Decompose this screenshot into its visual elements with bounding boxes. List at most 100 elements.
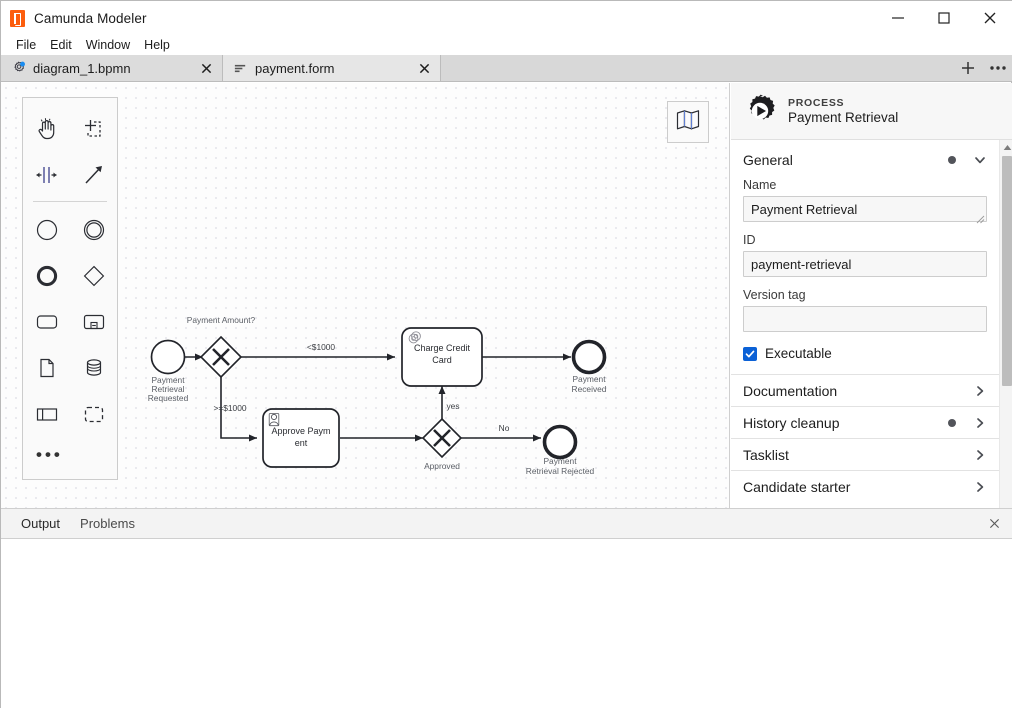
tab-bar: diagram_1.bpmn payment.form — [1, 55, 1012, 82]
executable-checkbox[interactable] — [743, 346, 757, 361]
tab-label: diagram_1.bpmn — [33, 60, 131, 76]
section-tasklist[interactable]: Tasklist — [731, 438, 999, 470]
process-gear-icon — [743, 94, 777, 128]
tab-bar-actions — [953, 55, 1012, 81]
properties-scrollbar[interactable] — [999, 140, 1012, 508]
menu-help[interactable]: Help — [137, 36, 177, 54]
section-history-cleanup[interactable]: History cleanup — [731, 406, 999, 438]
form-icon — [233, 61, 248, 76]
chevron-right-icon[interactable] — [973, 384, 987, 398]
end2-label-line1: Payment — [543, 456, 577, 466]
palette-global-connect-tool[interactable] — [70, 152, 117, 198]
palette-create-subprocess[interactable] — [70, 299, 117, 345]
close-button[interactable] — [967, 1, 1012, 35]
name-input[interactable] — [743, 196, 987, 222]
field-label-id: ID — [743, 233, 756, 247]
field-name: Name — [731, 178, 999, 233]
tab-close-button[interactable] — [198, 60, 214, 76]
flow-label-no: No — [499, 423, 510, 433]
palette-create-gateway[interactable] — [70, 253, 117, 299]
bottom-tab-output[interactable]: Output — [11, 509, 70, 539]
start-event-label-line3: Requested — [148, 393, 189, 403]
palette-space-tool[interactable] — [23, 152, 70, 198]
window-title: Camunda Modeler — [34, 10, 147, 26]
bpmn-diagram-icon — [11, 61, 26, 76]
tab-overflow-menu-button[interactable] — [983, 55, 1012, 81]
properties-panel-body[interactable]: General Name ID Vers — [731, 140, 1012, 508]
sequence-flows — [185, 353, 571, 442]
charge-task-label-line2: Card — [432, 355, 452, 365]
palette-create-group[interactable] — [70, 391, 117, 437]
field-version-tag: Version tag — [731, 288, 999, 343]
end-event-payment-received[interactable] — [571, 339, 607, 375]
palette-create-intermediate-event[interactable] — [70, 207, 117, 253]
section-candidate-starter[interactable]: Candidate starter — [731, 470, 999, 502]
menu-file[interactable]: File — [9, 36, 43, 54]
chevron-right-icon[interactable] — [973, 480, 987, 494]
end-event-payment-retrieval-rejected[interactable] — [542, 424, 578, 460]
palette-row-tools-2 — [23, 152, 117, 198]
version-tag-input[interactable] — [743, 306, 987, 332]
properties-panel: PROCESS Payment Retrieval General Name P… — [731, 83, 1012, 508]
tab-diagram-1-bpmn[interactable]: diagram_1.bpmn — [1, 55, 223, 81]
service-task-charge-credit-card[interactable]: Charge Credit Card — [401, 327, 483, 387]
palette-more-icon[interactable]: ••• — [23, 437, 117, 473]
chevron-right-icon[interactable] — [973, 416, 987, 430]
palette-create-start-event[interactable] — [23, 207, 70, 253]
end1-label-line1: Payment — [572, 374, 606, 384]
palette-lasso-tool[interactable] — [70, 106, 117, 152]
properties-element-type: PROCESS — [788, 97, 845, 109]
exclusive-gateway-approved[interactable] — [421, 417, 463, 459]
minimize-button[interactable] — [875, 1, 921, 35]
tab-label: payment.form — [255, 60, 335, 76]
section-documentation[interactable]: Documentation — [731, 374, 999, 406]
properties-element-name: Payment Retrieval — [788, 110, 899, 125]
tab-close-button[interactable] — [416, 60, 432, 76]
field-label-version-tag: Version tag — [743, 288, 806, 302]
group-header-general[interactable]: General — [731, 140, 999, 178]
gateway1-label: Payment Amount? — [187, 315, 256, 325]
chevron-down-icon[interactable] — [973, 153, 987, 167]
palette-row-data — [23, 345, 117, 391]
properties-panel-header: PROCESS Payment Retrieval — [731, 83, 1012, 140]
section-title: Documentation — [743, 382, 838, 399]
group-status-dot — [948, 156, 956, 164]
scrollbar-thumb[interactable] — [1002, 156, 1012, 386]
user-task-approve-payment[interactable]: Approve Paym ent — [262, 408, 340, 468]
camunda-modeler-window: Camunda Modeler File Edit Window Help di… — [0, 0, 1012, 708]
palette-create-data-object[interactable] — [23, 345, 70, 391]
palette-create-task[interactable] — [23, 299, 70, 345]
palette-separator — [33, 201, 107, 202]
menu-window[interactable]: Window — [79, 36, 137, 54]
palette-create-end-event[interactable] — [23, 253, 70, 299]
bottom-panel-tabs: Output Problems — [1, 509, 1012, 539]
caret-up-icon[interactable] — [1000, 140, 1012, 154]
palette-create-data-store[interactable] — [70, 345, 117, 391]
menu-edit[interactable]: Edit — [43, 36, 79, 54]
end1-label-line2: Received — [572, 384, 607, 394]
group-title: General — [743, 152, 793, 168]
exclusive-gateway-payment-amount[interactable] — [199, 335, 243, 379]
start-event-payment-retrieval-requested[interactable] — [150, 339, 186, 375]
toggle-minimap-button[interactable] — [667, 101, 709, 143]
palette-row-tasks — [23, 299, 117, 345]
map-icon — [676, 109, 700, 136]
tab-payment-form[interactable]: payment.form — [223, 55, 441, 81]
name-input-wrapper — [743, 196, 987, 224]
chevron-right-icon[interactable] — [973, 448, 987, 462]
palette-create-participant[interactable] — [23, 391, 70, 437]
section-title: Candidate starter — [743, 478, 851, 495]
new-tab-button[interactable] — [953, 55, 983, 81]
palette-hand-tool[interactable] — [23, 106, 70, 152]
id-input[interactable] — [743, 251, 987, 277]
window-controls — [875, 1, 1012, 35]
field-label-name: Name — [743, 178, 777, 192]
bottom-panel-close-button[interactable] — [985, 515, 1003, 533]
menu-bar: File Edit Window Help — [1, 35, 1012, 55]
bpmn-canvas[interactable]: Payment Retrieval Requested Payment Amou… — [1, 83, 730, 508]
section-title: Tasklist — [743, 446, 789, 463]
executable-checkbox-row[interactable]: Executable — [731, 343, 999, 374]
maximize-button[interactable] — [921, 1, 967, 35]
bottom-tab-problems[interactable]: Problems — [70, 509, 145, 539]
charge-task-label-line1: Charge Credit — [414, 343, 471, 353]
